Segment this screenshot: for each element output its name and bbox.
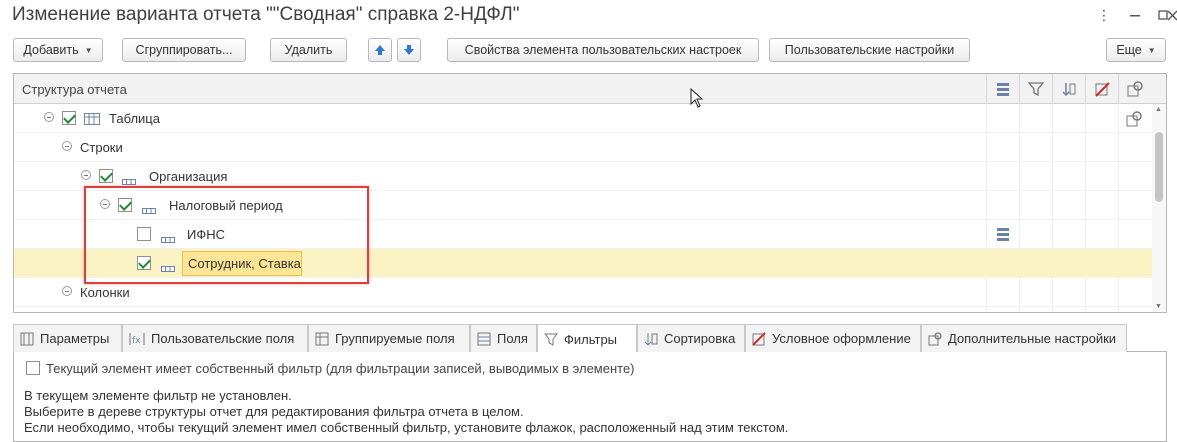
conditional-format-icon[interactable] [1085,74,1118,104]
extra-settings-icon [928,331,942,346]
filter-info-line: В текущем элементе фильтр не установлен. [24,388,292,403]
move-up-button[interactable] [368,38,392,62]
arrow-down-icon [404,45,414,55]
chevron-down-icon: ▼ [1147,45,1156,55]
more-vertical-icon[interactable]: ⋮ [1092,5,1116,25]
filter-info-line: Выберите в дереве структуры отчет для ре… [24,404,524,419]
close-icon[interactable] [1160,5,1177,25]
tree-header-title: Структура отчета [22,82,127,97]
grouping-icon [161,260,175,275]
more-button-label: Еще [1116,43,1142,57]
tree-row-tax-period[interactable]: Налоговый период [14,191,1153,220]
fields-icon[interactable] [995,226,1011,245]
user-settings-button[interactable]: Пользовательские настройки [769,38,970,62]
tree-row-label: Таблица [109,111,160,126]
tab-label: Фильтры [564,331,618,347]
extra-settings-icon[interactable] [1118,74,1151,104]
add-button[interactable]: Добавить ▼ [13,38,103,62]
tab-filters[interactable]: Фильтры [537,324,637,353]
tab-group-fields[interactable]: Группируемые поля [308,324,470,352]
tab-conditional-format[interactable]: Условное оформление [745,324,921,352]
fields-icon[interactable] [986,74,1019,104]
sort-icon [644,332,658,346]
tab-parameters[interactable]: Параметры [13,324,122,352]
tree-row-label: Колонки [80,285,130,300]
tree-row-label: ИФНС [187,227,226,242]
tree-row-ifns[interactable]: ИФНС [14,220,1153,249]
tree-row-organization[interactable]: Организация [14,162,1153,191]
delete-button[interactable]: Удалить [270,38,347,62]
tab-label: Параметры [40,331,110,346]
filter-info-line: Если необходимо, чтобы текущий элемент и… [24,420,789,435]
grouping-icon [161,231,175,246]
collapse-icon[interactable] [100,199,110,209]
scroll-down-icon[interactable]: ▼ [1155,303,1162,310]
svg-text:fx: fx [132,336,141,346]
checkbox[interactable] [137,256,151,270]
checkbox[interactable] [137,227,151,241]
checkbox[interactable] [62,111,76,125]
tab-user-fields[interactable]: fx Пользовательские поля [122,324,308,352]
collapse-icon[interactable] [44,112,54,122]
tree-row-label: Сотрудник, Ставка [188,256,301,271]
group-button[interactable]: Сгруппировать... [122,38,246,62]
conditional-format-icon [752,331,766,346]
tree-row-table[interactable]: Таблица [14,104,1153,133]
element-properties-button[interactable]: Свойства элемента пользовательских настр… [447,38,759,62]
report-structure-tree[interactable]: Структура отчета Таблица Строки Организа… [13,73,1167,313]
filter-panel: Текущий элемент имеет собственный фильтр… [13,352,1167,442]
collapse-icon[interactable] [62,141,72,151]
tab-extra-settings[interactable]: Дополнительные настройки [921,324,1127,352]
tree-header: Структура отчета [14,74,1166,104]
window-title: Изменение варианта отчета ""Сводная" спр… [12,4,520,25]
move-down-button[interactable] [397,38,421,62]
collapse-icon[interactable] [81,170,91,180]
filter-icon [544,332,558,346]
own-filter-checkbox[interactable] [26,361,40,375]
collapse-icon[interactable] [62,286,72,296]
mouse-cursor-icon [690,88,704,108]
user-fields-icon: fx [129,332,145,346]
tree-row-label: Налоговый период [169,198,283,213]
more-button[interactable]: Еще ▼ [1106,38,1166,62]
tab-label: Поля [497,331,528,346]
sort-icon[interactable] [1052,74,1085,104]
table-icon [84,113,100,128]
tree-row-rows[interactable]: Строки [14,133,1153,162]
tree-scrollbar[interactable]: ▲ ▼ [1152,104,1166,312]
chevron-down-icon: ▼ [84,45,93,55]
tab-label: Сортировка [664,331,736,346]
tab-fields[interactable]: Поля [470,324,537,352]
own-filter-label: Текущий элемент имеет собственный фильтр… [46,361,635,376]
tree-row-label: Строки [80,140,123,155]
add-button-label: Добавить [23,43,79,57]
params-icon [20,332,34,346]
tab-label: Дополнительные настройки [948,331,1117,346]
minimize-icon[interactable] [1123,5,1147,25]
scroll-thumb[interactable] [1155,132,1163,202]
tree-row-columns[interactable]: Колонки [14,278,1153,307]
tree-row-label: Организация [149,169,228,184]
settings-tabs: Параметры fx Пользовательские поля Групп… [13,324,1167,353]
arrow-up-icon [375,45,385,55]
scroll-up-icon[interactable]: ▲ [1155,106,1162,113]
grouping-icon [142,202,156,217]
grouping-icon [122,173,136,188]
tab-label: Группируемые поля [335,331,455,346]
checkbox[interactable] [99,169,113,183]
tab-label: Пользовательские поля [151,331,295,346]
tab-label: Условное оформление [772,331,911,346]
tree-row-employee-rate[interactable]: Сотрудник, Ставка [14,249,1153,278]
fields-icon [477,332,491,346]
extra-settings-icon[interactable] [1126,111,1142,130]
filter-icon[interactable] [1019,74,1052,104]
checkbox[interactable] [118,198,132,212]
group-fields-icon [315,332,329,346]
tab-sort[interactable]: Сортировка [637,324,745,352]
